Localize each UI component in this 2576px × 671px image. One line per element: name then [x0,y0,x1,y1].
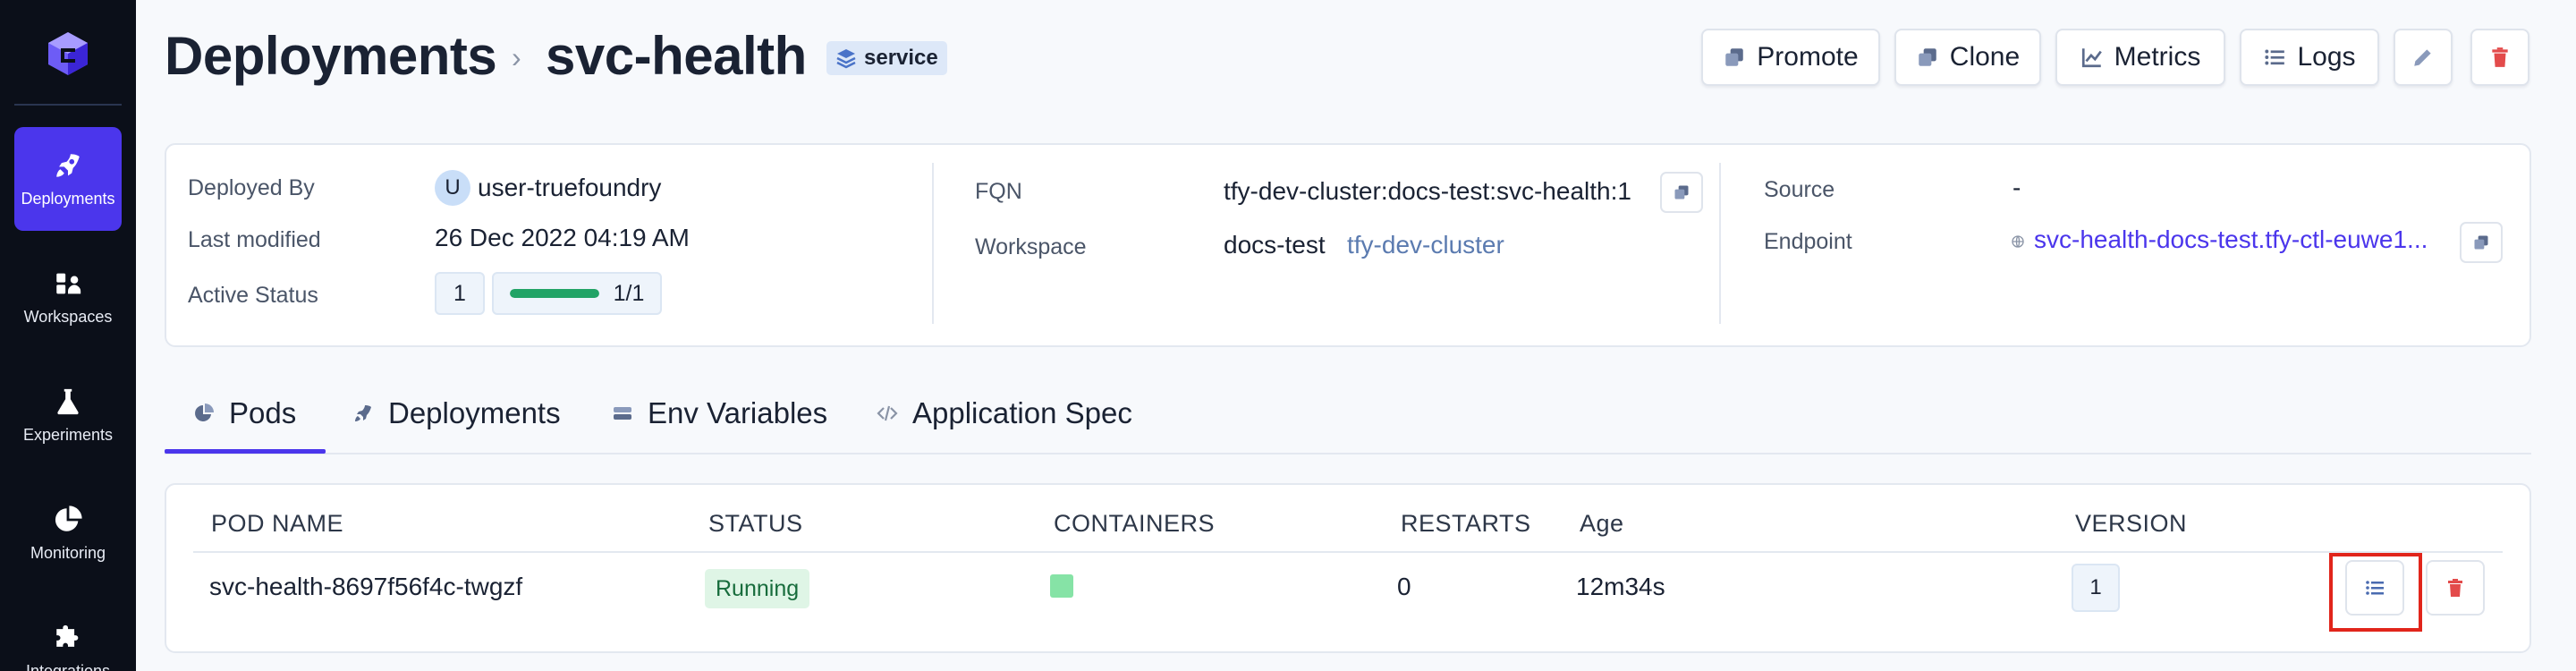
last-modified-label: Last modified [188,227,321,252]
sidebar-item-label: Experiments [22,426,114,444]
version-pill: 1 [2072,564,2120,612]
trash-icon [2492,47,2508,67]
clone-icon [1919,48,1936,66]
workspace-value[interactable]: docs-test [1224,231,1326,259]
sidebar-divider [14,104,122,106]
globe-icon [2012,235,2024,248]
sidebar-item-label: Deployments [21,190,115,208]
pencil-icon [2414,49,2431,66]
line-chart-icon [2081,48,2102,68]
copy-endpoint-button[interactable] [2460,222,2503,263]
fqn-value: tfy-dev-cluster:docs-test:svc-health:1 [1224,177,1631,205]
sidebar-item-deployments[interactable]: Deployments [14,127,122,231]
info-divider [932,163,934,324]
env-variables-icon [614,407,631,420]
column-header-containers[interactable]: CONTAINERS [1054,510,1215,538]
pod-name-cell[interactable]: svc-health-8697f56f4c-twgzf [209,573,522,601]
column-header-pod-name[interactable]: POD NAME [211,510,343,538]
workspaces-icon [56,273,81,294]
pie-chart-icon [55,505,82,531]
delete-deployment-button[interactable] [2470,29,2529,86]
container-status-indicator[interactable] [1050,574,1073,598]
rocket-icon [56,154,80,177]
delete-pod-button[interactable] [2426,560,2485,616]
sidebar: Deployments Workspaces Experiments Monit… [0,0,136,671]
sidebar-item-label: Monitoring [30,544,106,562]
deployed-by-value: user-truefoundry [478,174,662,201]
clone-button-label: Clone [1949,42,2021,72]
column-header-status[interactable]: STATUS [708,510,803,538]
info-divider [1719,163,1721,324]
tab-label: Application Spec [912,396,1132,429]
truefoundry-logo-icon[interactable] [45,30,91,77]
copy-icon [2474,235,2488,250]
last-modified-value: 26 Dec 2022 04:19 AM [435,224,690,251]
layers-icon [836,49,856,69]
metrics-button-label: Metrics [2114,42,2201,72]
breadcrumb-deployments-link[interactable]: Deployments [165,25,497,87]
logs-button-label: Logs [2297,42,2356,72]
tabs-divider [165,453,2531,454]
pie-chart-icon [195,403,214,421]
source-value: - [2012,174,2021,201]
type-badge-label: service [864,46,938,70]
sidebar-item-workspaces[interactable]: Workspaces [14,245,122,349]
active-status-bar-fill [509,289,599,298]
table-header-divider [193,551,2503,553]
age-cell: 12m34s [1576,573,1665,600]
tab-label: Pods [229,396,297,429]
promote-button-label: Promote [1757,42,1859,72]
highlight-box [2329,553,2422,632]
tab-pods[interactable]: Pods [193,390,296,437]
avatar: U [435,170,470,206]
active-status-label: Active Status [188,283,318,308]
active-status-pill: 1/1 [492,272,662,315]
tab-label: Env Variables [648,396,828,429]
logs-button[interactable]: Logs [2240,29,2379,86]
copy-icon [1674,185,1689,200]
deployed-by-label: Deployed By [188,175,315,200]
sidebar-item-label: Integrations [25,662,111,671]
flask-icon [57,388,79,415]
page-title: svc-health [546,26,807,86]
sidebar-item-experiments[interactable]: Experiments [14,363,122,467]
tab-label: Deployments [388,396,561,429]
sidebar-item-integrations[interactable]: Integrations [14,599,122,671]
breadcrumb-separator: › [512,41,521,73]
type-badge: service [826,41,947,75]
column-header-restarts[interactable]: RESTARTS [1401,510,1531,538]
clone-button[interactable]: Clone [1894,29,2041,86]
rocket-icon [355,405,371,421]
puzzle-icon [56,624,79,647]
edit-button[interactable] [2394,29,2453,86]
column-header-age[interactable]: Age [1580,510,1624,538]
promote-button[interactable]: Promote [1701,29,1880,86]
source-label: Source [1764,177,1835,202]
sidebar-item-label: Workspaces [23,308,113,326]
fqn-label: FQN [975,179,1022,204]
workspace-label: Workspace [975,234,1087,259]
promote-icon [1725,48,1744,66]
tab-application-spec[interactable]: Application Spec [877,390,1132,437]
endpoint-link[interactable]: svc-health-docs-test.tfy-ctl-euwe1... [2034,225,2428,254]
list-icon [2265,49,2285,65]
metrics-button[interactable]: Metrics [2055,29,2225,86]
column-header-version[interactable]: VERSION [2075,510,2187,538]
code-icon [877,405,898,421]
pods-table-card [165,483,2531,653]
cluster-link[interactable]: tfy-dev-cluster [1347,231,1504,259]
active-status-ratio: 1/1 [613,280,645,306]
active-tab-indicator [165,449,326,454]
copy-fqn-button[interactable] [1660,172,1703,213]
active-status-bar [509,289,599,298]
trash-icon [2448,579,2462,597]
endpoint-label: Endpoint [1764,229,1852,254]
status-badge: Running [705,569,810,608]
tab-env-variables[interactable]: Env Variables [612,390,827,437]
restarts-cell: 0 [1397,573,1411,600]
active-count-pill: 1 [435,272,485,315]
tab-deployments[interactable]: Deployments [352,390,561,437]
sidebar-item-monitoring[interactable]: Monitoring [14,481,122,585]
